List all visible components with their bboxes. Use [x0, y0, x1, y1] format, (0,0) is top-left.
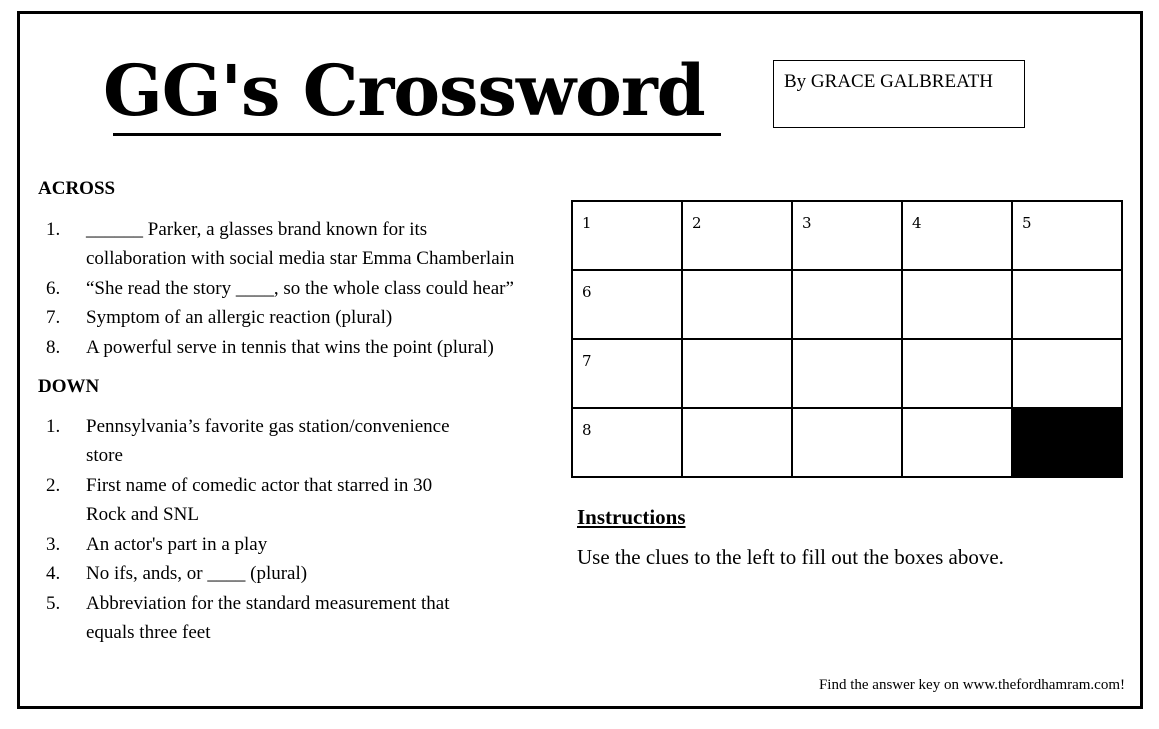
grid-cell[interactable] [793, 271, 903, 340]
clue-text: Abbreviation for the standard measuremen… [86, 593, 450, 614]
grid-cell[interactable] [793, 340, 903, 409]
grid-cell[interactable] [793, 409, 903, 478]
grid-cell[interactable] [683, 340, 793, 409]
cell-number: 2 [692, 214, 702, 232]
grid-cell[interactable] [1013, 271, 1123, 340]
answer-key-note: Find the answer key on www.thefordhamram… [818, 677, 1125, 693]
cell-number: 7 [582, 352, 592, 370]
grid-cell[interactable] [903, 409, 1013, 478]
clue-text: equals three feet [86, 622, 211, 643]
grid-cell[interactable]: 8 [573, 409, 683, 478]
clue-text: “She read the story ____, so the whole c… [86, 278, 514, 299]
grid-cell[interactable] [683, 271, 793, 340]
grid-cell[interactable] [903, 340, 1013, 409]
grid-cell[interactable]: 3 [793, 202, 903, 271]
grid-cell[interactable]: 5 [1013, 202, 1123, 271]
across-heading: ACROSS [38, 178, 116, 199]
cell-number: 1 [582, 214, 592, 232]
cell-number: 4 [912, 214, 922, 232]
clue-number: 8. [46, 337, 61, 358]
clue-text: ______ Parker, a glasses brand known for… [86, 219, 428, 240]
clue-text: collaboration with social media star Emm… [86, 248, 515, 269]
clue-number: 1. [46, 219, 61, 240]
clue-number: 1. [46, 416, 61, 437]
crossword-grid: 1 2 3 4 5 6 7 8 [571, 200, 1123, 478]
cell-number: 8 [582, 421, 592, 439]
instructions-text: Use the clues to the left to fill out th… [577, 545, 1004, 569]
clue-text: Pennsylvania’s favorite gas station/conv… [86, 416, 450, 437]
clue-text: A powerful serve in tennis that wins the… [86, 337, 494, 358]
grid-cell-blocked [1013, 409, 1123, 478]
clue-text: An actor's part in a play [86, 534, 268, 555]
title-underline [113, 133, 721, 136]
grid-cell[interactable]: 2 [683, 202, 793, 271]
down-heading: DOWN [38, 376, 100, 397]
clue-number: 4. [46, 563, 61, 584]
grid-cell[interactable] [903, 271, 1013, 340]
grid-cell[interactable]: 1 [573, 202, 683, 271]
clue-number: 2. [46, 475, 61, 496]
instructions-heading: Instructions [577, 505, 686, 529]
cell-number: 3 [802, 214, 812, 232]
clue-text: Symptom of an allergic reaction (plural) [86, 307, 393, 328]
grid-cell[interactable] [1013, 340, 1123, 409]
grid-cell[interactable] [683, 409, 793, 478]
clue-number: 3. [46, 534, 61, 555]
clue-text: Rock and SNL [86, 504, 199, 525]
clue-number: 6. [46, 278, 61, 299]
grid-cell[interactable]: 6 [573, 271, 683, 340]
clue-text: store [86, 445, 123, 466]
clue-text: No ifs, ands, or ____ (plural) [86, 563, 308, 584]
clue-number: 5. [46, 593, 61, 614]
clue-text: First name of comedic actor that starred… [86, 475, 433, 496]
cell-number: 6 [582, 283, 592, 301]
byline-box: By GRACE GALBREATH [773, 60, 1025, 128]
grid-cell[interactable]: 4 [903, 202, 1013, 271]
grid-cell[interactable]: 7 [573, 340, 683, 409]
byline-text: By GRACE GALBREATH [784, 71, 994, 92]
cell-number: 5 [1022, 214, 1032, 232]
page-title: GG's Crossword [103, 49, 706, 132]
clue-number: 7. [46, 307, 61, 328]
